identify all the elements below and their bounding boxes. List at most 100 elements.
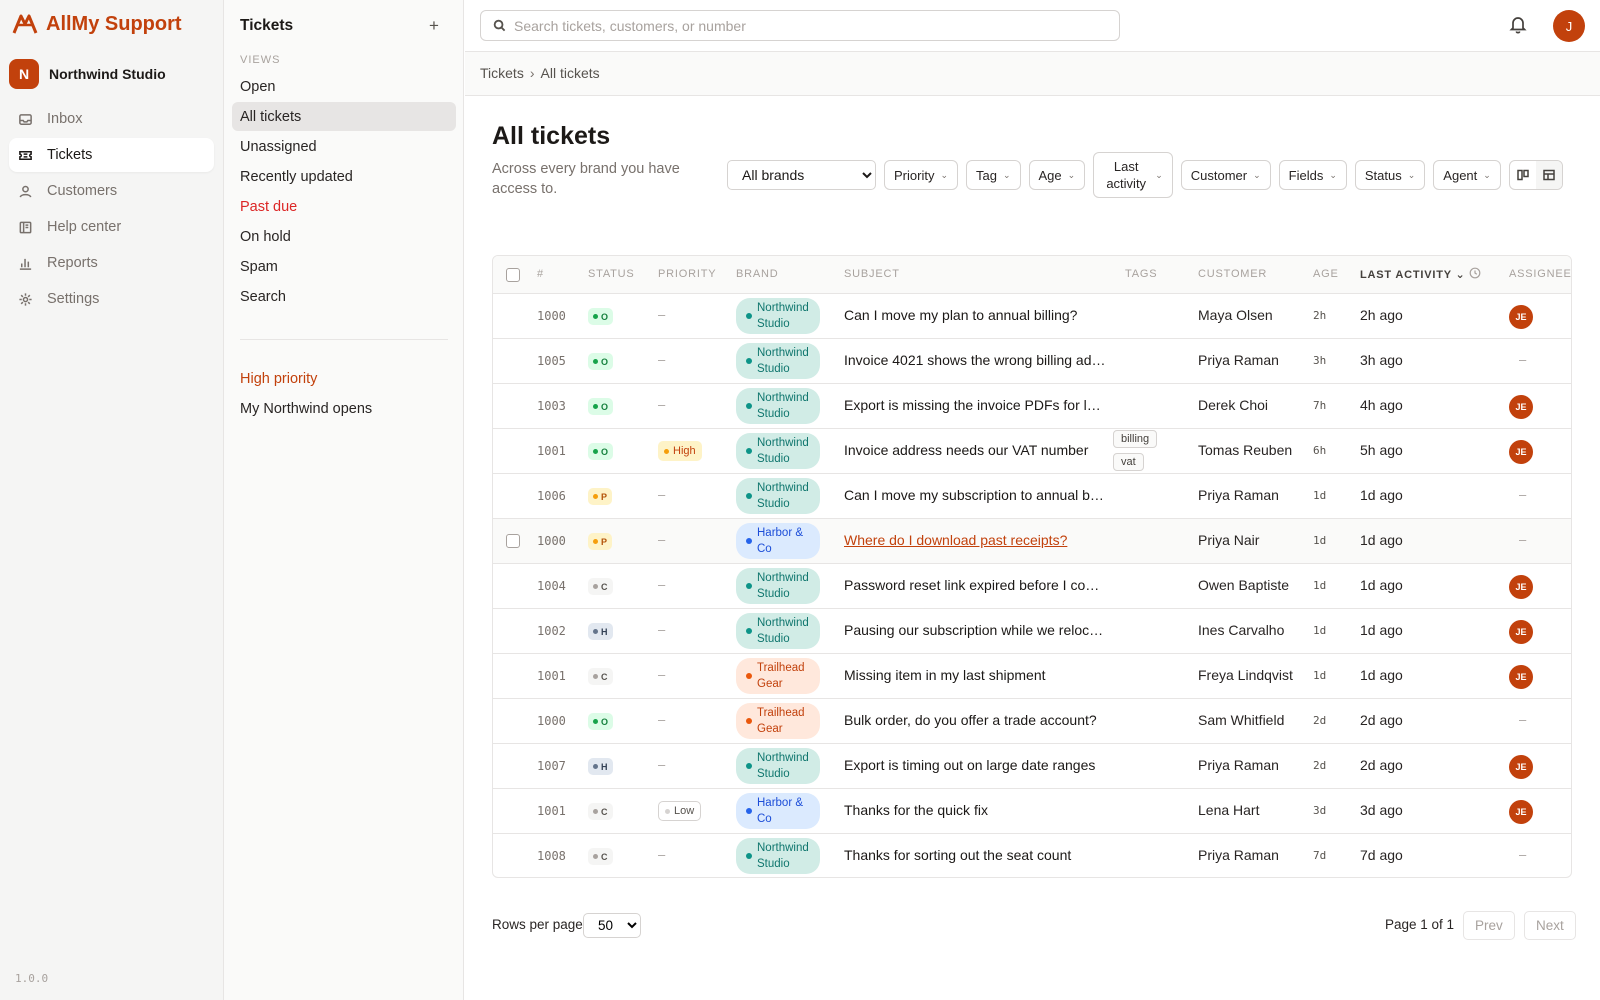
col-last-activity[interactable]: LAST ACTIVITY ⌄ bbox=[1360, 268, 1466, 281]
notifications-button[interactable] bbox=[1508, 14, 1530, 36]
ticket-subject[interactable]: Bulk order, do you offer a trade account… bbox=[844, 712, 1106, 728]
customer-name[interactable]: Priya Nair bbox=[1198, 532, 1259, 548]
customer-name[interactable]: Sam Whitfield bbox=[1198, 712, 1284, 728]
col-subject[interactable]: SUBJECT bbox=[844, 268, 900, 280]
app-logo[interactable]: AllMy Support bbox=[12, 10, 182, 38]
rows-per-page-select[interactable]: 50 bbox=[583, 913, 641, 938]
filter-last-activity-button[interactable]: Last activity ⌄ bbox=[1093, 152, 1173, 198]
filter-age-button[interactable]: Age ⌄ bbox=[1028, 160, 1086, 190]
filter-fields-button[interactable]: Fields ⌄ bbox=[1278, 160, 1347, 190]
table-row[interactable]: 1003 O – Northwind Studio Export is missing … bbox=[493, 384, 1571, 429]
nav-item-settings[interactable]: Settings bbox=[9, 282, 214, 316]
ticket-subject[interactable]: Missing item in my last shipment bbox=[844, 667, 1106, 683]
table-row[interactable]: 1001 C – Trailhead Gear Missing item in my l… bbox=[493, 654, 1571, 699]
ticket-subject[interactable]: Can I move my plan to annual billing? bbox=[844, 307, 1106, 323]
assignee-avatar[interactable]: JE bbox=[1509, 800, 1533, 824]
filter-tag-button[interactable]: Tag ⌄ bbox=[966, 160, 1021, 190]
ticket-subject[interactable]: Export is missing the invoice PDFs for l… bbox=[844, 397, 1106, 413]
col-customer[interactable]: CUSTOMER bbox=[1198, 268, 1267, 280]
col-tags[interactable]: TAGS bbox=[1125, 268, 1157, 280]
assignee-avatar[interactable]: JE bbox=[1509, 395, 1533, 419]
prev-page-button[interactable]: Prev bbox=[1463, 911, 1515, 940]
ticket-subject[interactable]: Thanks for the quick fix bbox=[844, 802, 1106, 818]
customer-name[interactable]: Freya Lindqvist bbox=[1198, 667, 1293, 683]
saved-view-high-priority[interactable]: High priority bbox=[232, 364, 456, 393]
assignee-avatar[interactable]: JE bbox=[1509, 440, 1533, 464]
table-row[interactable]: 1005 O – Northwind Studio Invoice 4021 shows… bbox=[493, 339, 1571, 384]
next-page-button[interactable]: Next bbox=[1524, 911, 1576, 940]
board-view-button[interactable] bbox=[1510, 161, 1536, 189]
add-view-button[interactable]: + bbox=[424, 16, 444, 36]
table-row[interactable]: 1006 P – Northwind Studio Can I move my subs… bbox=[493, 474, 1571, 519]
col-brand[interactable]: BRAND bbox=[736, 268, 779, 280]
assignee-avatar[interactable]: JE bbox=[1509, 665, 1533, 689]
tag-chip[interactable]: billing bbox=[1113, 430, 1158, 448]
priority-badge: Low bbox=[658, 801, 702, 821]
ticket-subject[interactable]: Export is timing out on large date range… bbox=[844, 757, 1106, 773]
ticket-subject[interactable]: Password reset link expired before I cou… bbox=[844, 577, 1106, 593]
nav-item-inbox[interactable]: Inbox bbox=[9, 102, 214, 136]
ticket-subject[interactable]: Pausing our subscription while we reloca… bbox=[844, 622, 1106, 638]
assignee-avatar[interactable]: JE bbox=[1509, 305, 1533, 329]
ticket-subject[interactable]: Invoice 4021 shows the wrong billing add… bbox=[844, 352, 1106, 368]
customer-name[interactable]: Tomas Reuben bbox=[1198, 442, 1292, 458]
search-input[interactable] bbox=[514, 17, 1094, 34]
select-all-checkbox[interactable] bbox=[506, 268, 520, 282]
customer-name[interactable]: Owen Baptiste bbox=[1198, 577, 1289, 593]
view-item-all-tickets[interactable]: All tickets bbox=[232, 102, 456, 131]
table-row[interactable]: 1004 C – Northwind Studio Password reset lin… bbox=[493, 564, 1571, 609]
col-age[interactable]: AGE bbox=[1313, 268, 1339, 280]
table-view-button[interactable] bbox=[1535, 161, 1562, 189]
customer-name[interactable]: Ines Carvalho bbox=[1198, 622, 1284, 638]
view-item-spam[interactable]: Spam bbox=[232, 252, 456, 281]
search-box[interactable] bbox=[480, 10, 1120, 41]
table-row[interactable]: 1000 O – Northwind Studio Can I move my plan… bbox=[493, 294, 1571, 339]
table-row[interactable]: 1002 H – Northwind Studio Pausing our subscr… bbox=[493, 609, 1571, 654]
brand-select[interactable]: All brands bbox=[727, 160, 876, 190]
table-row[interactable]: 1001 C Low Harbor & Co Thanks for the quick … bbox=[493, 789, 1571, 834]
filter-priority-button[interactable]: Priority ⌄ bbox=[884, 160, 958, 190]
table-row[interactable]: 1000 P – Harbor & Co Where do I download pas… bbox=[493, 519, 1571, 564]
row-checkbox[interactable] bbox=[506, 534, 520, 548]
nav-item-customers[interactable]: Customers bbox=[9, 174, 214, 208]
nav-item-help-center[interactable]: Help center bbox=[9, 210, 214, 244]
user-avatar[interactable]: J bbox=[1553, 10, 1585, 42]
col-status[interactable]: STATUS bbox=[588, 268, 635, 280]
assignee-avatar[interactable]: JE bbox=[1509, 575, 1533, 599]
breadcrumb-tickets[interactable]: Tickets bbox=[480, 65, 524, 81]
nav-item-tickets[interactable]: Tickets bbox=[9, 138, 214, 172]
ticket-subject[interactable]: Thanks for sorting out the seat count bbox=[844, 847, 1106, 863]
col-priority[interactable]: PRIORITY bbox=[658, 268, 716, 280]
table-row[interactable]: 1007 H – Northwind Studio Export is timing o… bbox=[493, 744, 1571, 789]
customer-name[interactable]: Maya Olsen bbox=[1198, 307, 1273, 323]
view-item-search[interactable]: Search bbox=[232, 282, 456, 311]
view-item-on-hold[interactable]: On hold bbox=[232, 222, 456, 251]
tag-chip[interactable]: vat bbox=[1113, 453, 1144, 471]
ticket-subject[interactable]: Where do I download past receipts? bbox=[844, 532, 1106, 548]
col-assignee[interactable]: ASSIGNEE bbox=[1509, 268, 1571, 280]
nav-item-reports[interactable]: Reports bbox=[9, 246, 214, 280]
customer-name[interactable]: Priya Raman bbox=[1198, 757, 1279, 773]
table-row[interactable]: 1008 C – Northwind Studio Thanks for sorting… bbox=[493, 834, 1571, 877]
saved-view-my-northwind-opens[interactable]: My Northwind opens bbox=[232, 394, 456, 423]
col-number[interactable]: # bbox=[537, 268, 544, 280]
view-item-past-due[interactable]: Past due bbox=[232, 192, 456, 221]
view-item-unassigned[interactable]: Unassigned bbox=[232, 132, 456, 161]
filter-agent-button[interactable]: Agent ⌄ bbox=[1433, 160, 1501, 190]
customer-name[interactable]: Priya Raman bbox=[1198, 352, 1279, 368]
table-row[interactable]: 1000 O – Trailhead Gear Bulk order, do you o… bbox=[493, 699, 1571, 744]
table-row[interactable]: 1001 O High Northwind Studio Invoice address… bbox=[493, 429, 1571, 474]
ticket-subject[interactable]: Invoice address needs our VAT number bbox=[844, 442, 1106, 458]
filter-status-button[interactable]: Status ⌄ bbox=[1354, 160, 1426, 190]
view-item-recently-updated[interactable]: Recently updated bbox=[232, 162, 456, 191]
filter-customer-button[interactable]: Customer ⌄ bbox=[1180, 160, 1271, 190]
assignee-avatar[interactable]: JE bbox=[1509, 755, 1533, 779]
assignee-avatar[interactable]: JE bbox=[1509, 620, 1533, 644]
customer-name[interactable]: Lena Hart bbox=[1198, 802, 1259, 818]
org-switcher[interactable]: N Northwind Studio bbox=[9, 58, 214, 90]
customer-name[interactable]: Derek Choi bbox=[1198, 397, 1268, 413]
customer-name[interactable]: Priya Raman bbox=[1198, 847, 1279, 863]
customer-name[interactable]: Priya Raman bbox=[1198, 487, 1279, 503]
view-item-open[interactable]: Open bbox=[232, 72, 456, 101]
ticket-subject[interactable]: Can I move my subscription to annual bil… bbox=[844, 487, 1106, 503]
